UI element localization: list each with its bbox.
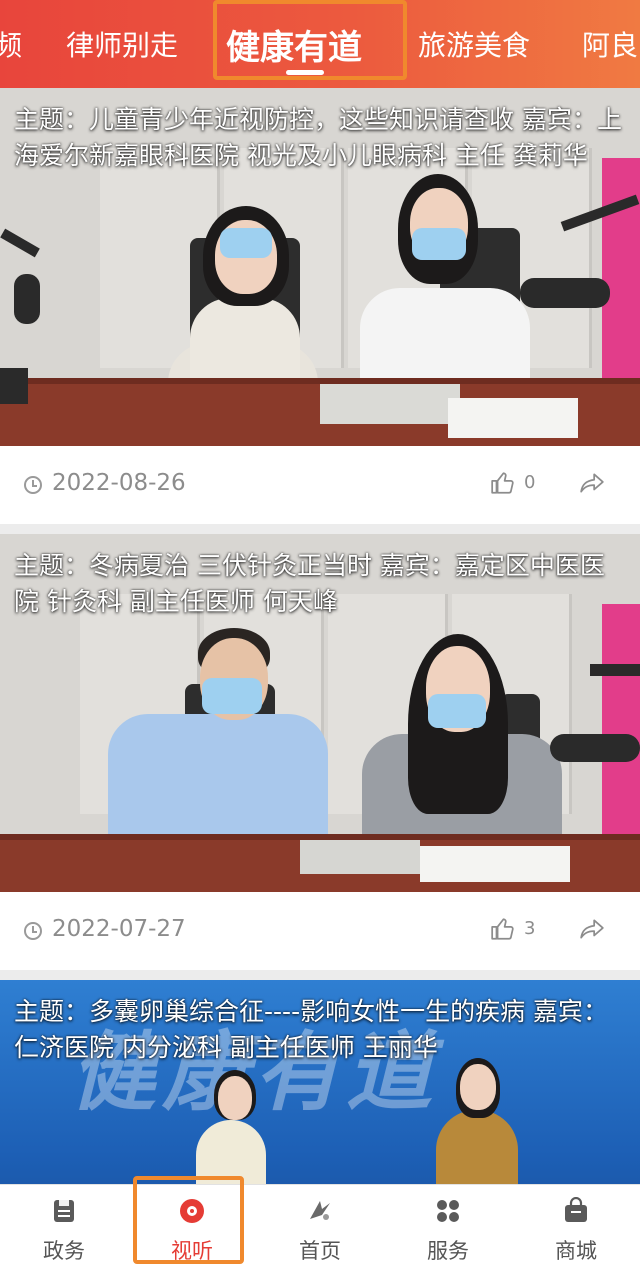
clock-icon [24, 922, 42, 940]
nav-item-media[interactable]: 视听 [128, 1185, 256, 1264]
document-icon [54, 1200, 74, 1222]
nav-item-mall[interactable]: 商城 [512, 1185, 640, 1264]
share-icon[interactable] [578, 470, 606, 496]
nav-item-government[interactable]: 政务 [0, 1185, 128, 1264]
grid-icon [437, 1200, 459, 1222]
play-disc-icon [180, 1199, 204, 1223]
publish-date: 2022-08-26 [52, 470, 186, 496]
nav-label: 首页 [299, 1239, 341, 1263]
like-count: 3 [524, 918, 536, 939]
clock-icon [24, 476, 42, 494]
video-title: 主题：儿童青少年近视防控，这些知识请查收 嘉宾：上海爱尔新嘉眼科医院 视光及小儿… [14, 105, 622, 170]
video-card[interactable]: 主题：儿童青少年近视防控，这些知识请查收 嘉宾：上海爱尔新嘉眼科医院 视光及小儿… [0, 88, 640, 524]
tab-lawyer[interactable]: 律师别走 [66, 0, 178, 88]
thumbs-up-icon[interactable] [490, 470, 516, 496]
app-screen: 频 律师别走 健康有道 旅游美食 阿良 主题：儿童青少年近视防控，这些知识请查收… [0, 0, 640, 1264]
video-meta-row: 2022-07-27 3 [0, 892, 640, 970]
tab-partial-left[interactable]: 频 [0, 0, 22, 88]
like-count: 0 [524, 472, 536, 493]
tab-travel-food[interactable]: 旅游美食 [418, 0, 530, 88]
publish-date: 2022-07-27 [52, 916, 186, 942]
shopping-bag-icon [565, 1197, 587, 1222]
nav-label: 视听 [171, 1239, 213, 1263]
nav-item-home[interactable]: 首页 [256, 1185, 384, 1264]
thumbs-up-icon[interactable] [490, 916, 516, 942]
video-meta-row: 2022-08-26 0 [0, 446, 640, 524]
nav-label: 商城 [555, 1239, 597, 1263]
video-card[interactable]: 主题：冬病夏治 三伏针灸正当时 嘉宾：嘉定区中医医院 针灸科 副主任医师 何天峰… [0, 534, 640, 970]
nav-label: 政务 [43, 1239, 85, 1263]
video-thumbnail[interactable]: 主题：冬病夏治 三伏针灸正当时 嘉宾：嘉定区中医医院 针灸科 副主任医师 何天峰 [0, 534, 640, 892]
video-thumbnail[interactable]: 主题：儿童青少年近视防控，这些知识请查收 嘉宾：上海爱尔新嘉眼科医院 视光及小儿… [0, 88, 640, 446]
category-tab-bar: 频 律师别走 健康有道 旅游美食 阿良 [0, 0, 640, 88]
active-tab-indicator [286, 70, 324, 75]
video-title: 主题：冬病夏治 三伏针灸正当时 嘉宾：嘉定区中医医院 针灸科 副主任医师 何天峰 [14, 551, 605, 616]
tab-partial-right[interactable]: 阿良 [582, 0, 638, 88]
share-icon[interactable] [578, 916, 606, 942]
home-logo-icon [310, 1201, 330, 1220]
video-title: 主题：多囊卵巢综合征----影响女性一生的疾病 嘉宾：仁济医院 内分泌科 副主任… [14, 997, 609, 1062]
bottom-nav-bar: 政务 视听 首页 服务 商城 [0, 1184, 640, 1264]
nav-item-service[interactable]: 服务 [384, 1185, 512, 1264]
nav-label: 服务 [427, 1239, 469, 1263]
